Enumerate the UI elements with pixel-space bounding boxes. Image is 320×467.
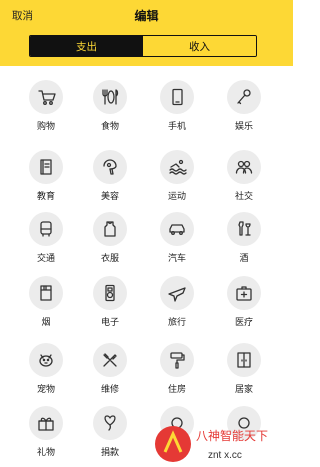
heart-balloon-icon xyxy=(93,406,127,440)
category-label: 运动 xyxy=(167,191,186,201)
category-item[interactable]: 烟 xyxy=(16,276,76,328)
category-label: 礼物 xyxy=(36,447,55,457)
category-label: 电子 xyxy=(100,317,119,327)
category-label: 衣服 xyxy=(100,253,119,263)
category-item[interactable]: 社交 xyxy=(214,150,274,202)
category-item[interactable]: 宠物 xyxy=(16,343,76,395)
category-item[interactable]: 手机 xyxy=(147,80,207,132)
airplane-icon xyxy=(160,276,194,310)
category-label: 购物 xyxy=(36,121,55,131)
category-item[interactable]: 汽车 xyxy=(147,212,207,264)
food-icon xyxy=(93,80,127,114)
page-title: 编辑 xyxy=(134,9,159,23)
category-label: 医疗 xyxy=(234,317,253,327)
category-label: 汽车 xyxy=(167,253,186,263)
category-label: 酒 xyxy=(239,253,249,263)
shopping-cart-icon xyxy=(29,80,63,114)
microphone-icon xyxy=(227,80,261,114)
category-item[interactable]: 衣服 xyxy=(80,212,140,264)
category-item[interactable]: 旅行 xyxy=(147,276,207,328)
people-icon xyxy=(227,150,261,184)
watermark-url: znt x.cc xyxy=(208,450,242,461)
book-icon xyxy=(29,150,63,184)
category-item[interactable]: 酒 xyxy=(214,212,274,264)
category-label: 维修 xyxy=(100,384,119,394)
category-label: 娱乐 xyxy=(234,121,253,131)
category-label: 食物 xyxy=(100,121,119,131)
category-item[interactable]: 运动 xyxy=(147,150,207,202)
tab-expense[interactable]: 支出 xyxy=(30,36,143,56)
category-label: 旅行 xyxy=(167,317,186,327)
cigarette-pack-icon xyxy=(29,276,63,310)
cabinet-icon xyxy=(227,343,261,377)
hair-dryer-icon xyxy=(93,150,127,184)
category-label: 居家 xyxy=(234,384,253,394)
category-item[interactable]: 美容 xyxy=(80,150,140,202)
paint-roller-icon xyxy=(160,343,194,377)
category-item[interactable]: 医疗 xyxy=(214,276,274,328)
category-label: 捐款 xyxy=(100,447,119,457)
wine-icon xyxy=(227,212,261,246)
category-item[interactable]: 食物 xyxy=(80,80,140,132)
category-label: 烟 xyxy=(41,317,51,327)
category-label: 教育 xyxy=(36,191,55,201)
car-icon xyxy=(160,212,194,246)
category-item[interactable]: 电子 xyxy=(80,276,140,328)
medical-kit-icon xyxy=(227,276,261,310)
category-label: 宠物 xyxy=(36,384,55,394)
category-label: 美容 xyxy=(100,191,119,201)
electronics-icon xyxy=(93,276,127,310)
tools-icon xyxy=(93,343,127,377)
category-item[interactable]: 捐款 xyxy=(80,406,140,458)
category-item[interactable]: 交通 xyxy=(16,212,76,264)
category-item[interactable]: 居家 xyxy=(214,343,274,395)
category-label: 手机 xyxy=(167,121,186,131)
watermark: 八神智能天下 znt x.cc xyxy=(155,426,268,462)
category-item[interactable]: 教育 xyxy=(16,150,76,202)
header-bar: 取消 编辑 支出 收入 xyxy=(0,0,293,66)
segmented-control: 支出 收入 xyxy=(29,35,257,57)
phone-icon xyxy=(160,80,194,114)
category-item[interactable]: 住房 xyxy=(147,343,207,395)
category-item[interactable]: 娱乐 xyxy=(214,80,274,132)
gift-icon xyxy=(29,406,63,440)
category-item[interactable]: 购物 xyxy=(16,80,76,132)
watermark-text: 八神智能天下 xyxy=(196,428,268,443)
category-item[interactable]: 维修 xyxy=(80,343,140,395)
category-label: 社交 xyxy=(234,191,253,201)
pet-icon xyxy=(29,343,63,377)
category-label: 交通 xyxy=(36,253,55,263)
category-label: 住房 xyxy=(167,384,186,394)
bus-icon xyxy=(29,212,63,246)
swimming-icon xyxy=(160,150,194,184)
tab-income[interactable]: 收入 xyxy=(143,36,256,56)
shirt-icon xyxy=(93,212,127,246)
category-item[interactable]: 礼物 xyxy=(16,406,76,458)
